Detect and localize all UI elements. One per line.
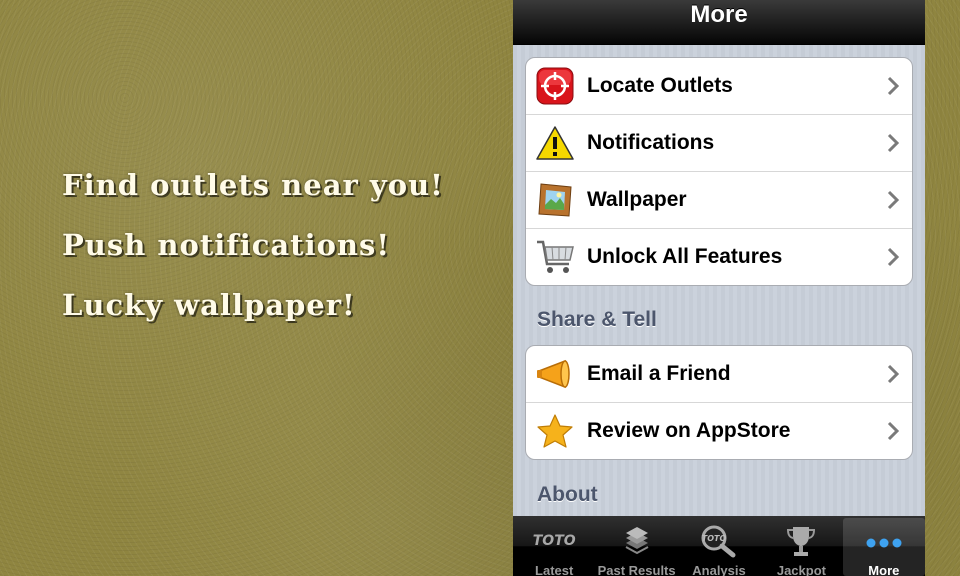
megaphone-icon (535, 354, 575, 394)
page-title: More (690, 1, 748, 28)
stacked-papers-icon (595, 522, 677, 560)
notifications-row[interactable]: Notifications (526, 115, 912, 172)
toto-logo-icon: TOTO (532, 533, 576, 549)
crosshair-icon (535, 66, 575, 106)
trophy-icon (760, 522, 842, 560)
chevron-right-icon (887, 364, 900, 384)
notifications-label: Notifications (587, 131, 715, 154)
phone-screen: More Locate Outlets Notifications Wallpa… (513, 0, 925, 576)
chevron-right-icon (887, 76, 900, 96)
email-friend-row[interactable]: Email a Friend (526, 346, 912, 403)
section-header-share: Share & Tell (537, 308, 657, 331)
navigation-bar: More (513, 0, 925, 45)
wallpaper-label: Wallpaper (587, 188, 687, 211)
unlock-features-row[interactable]: Unlock All Features (526, 229, 912, 285)
promo-text: Find outlets near you! Push notification… (62, 165, 444, 345)
promo-line-notifications: Push notifications! (62, 228, 391, 262)
email-friend-label: Email a Friend (587, 362, 731, 385)
chevron-right-icon (887, 190, 900, 210)
picture-frame-icon (535, 180, 575, 220)
warning-icon (535, 123, 575, 163)
more-dots-icon (843, 524, 925, 562)
locate-outlets-row[interactable]: Locate Outlets (526, 58, 912, 115)
promo-line-outlets: Find outlets near you! (62, 168, 444, 202)
tab-analysis[interactable]: TOTO Analysis (678, 516, 760, 576)
locate-outlets-label: Locate Outlets (587, 74, 733, 97)
star-icon (535, 411, 575, 451)
tab-label: Jackpot (776, 563, 826, 576)
tab-past-results[interactable]: Past Results (595, 516, 677, 576)
chevron-right-icon (887, 247, 900, 267)
magnifier-icon: TOTO (678, 522, 760, 560)
share-group: Email a Friend Review on AppStore (525, 345, 913, 460)
promo-line-wallpaper: Lucky wallpaper! (62, 288, 356, 322)
tab-bar: TOTO Latest Past Results TOTO Analysis J… (513, 516, 925, 576)
svg-text:TOTO: TOTO (702, 534, 727, 543)
tab-label: Past Results (597, 563, 676, 576)
review-appstore-row[interactable]: Review on AppStore (526, 403, 912, 459)
tab-latest[interactable]: TOTO Latest (513, 516, 595, 576)
unlock-features-label: Unlock All Features (587, 245, 783, 268)
chevron-right-icon (887, 421, 900, 441)
tab-label: Latest (535, 563, 574, 576)
shopping-cart-icon (535, 237, 575, 277)
tab-label: Analysis (692, 563, 746, 576)
section-header-about: About (537, 483, 598, 506)
review-appstore-label: Review on AppStore (587, 419, 791, 442)
tab-jackpot[interactable]: Jackpot (760, 516, 842, 576)
tab-label: More (868, 563, 900, 576)
wallpaper-row[interactable]: Wallpaper (526, 172, 912, 229)
chevron-right-icon (887, 133, 900, 153)
more-options-group: Locate Outlets Notifications Wallpaper U… (525, 57, 913, 286)
tab-more[interactable]: More (842, 518, 925, 576)
